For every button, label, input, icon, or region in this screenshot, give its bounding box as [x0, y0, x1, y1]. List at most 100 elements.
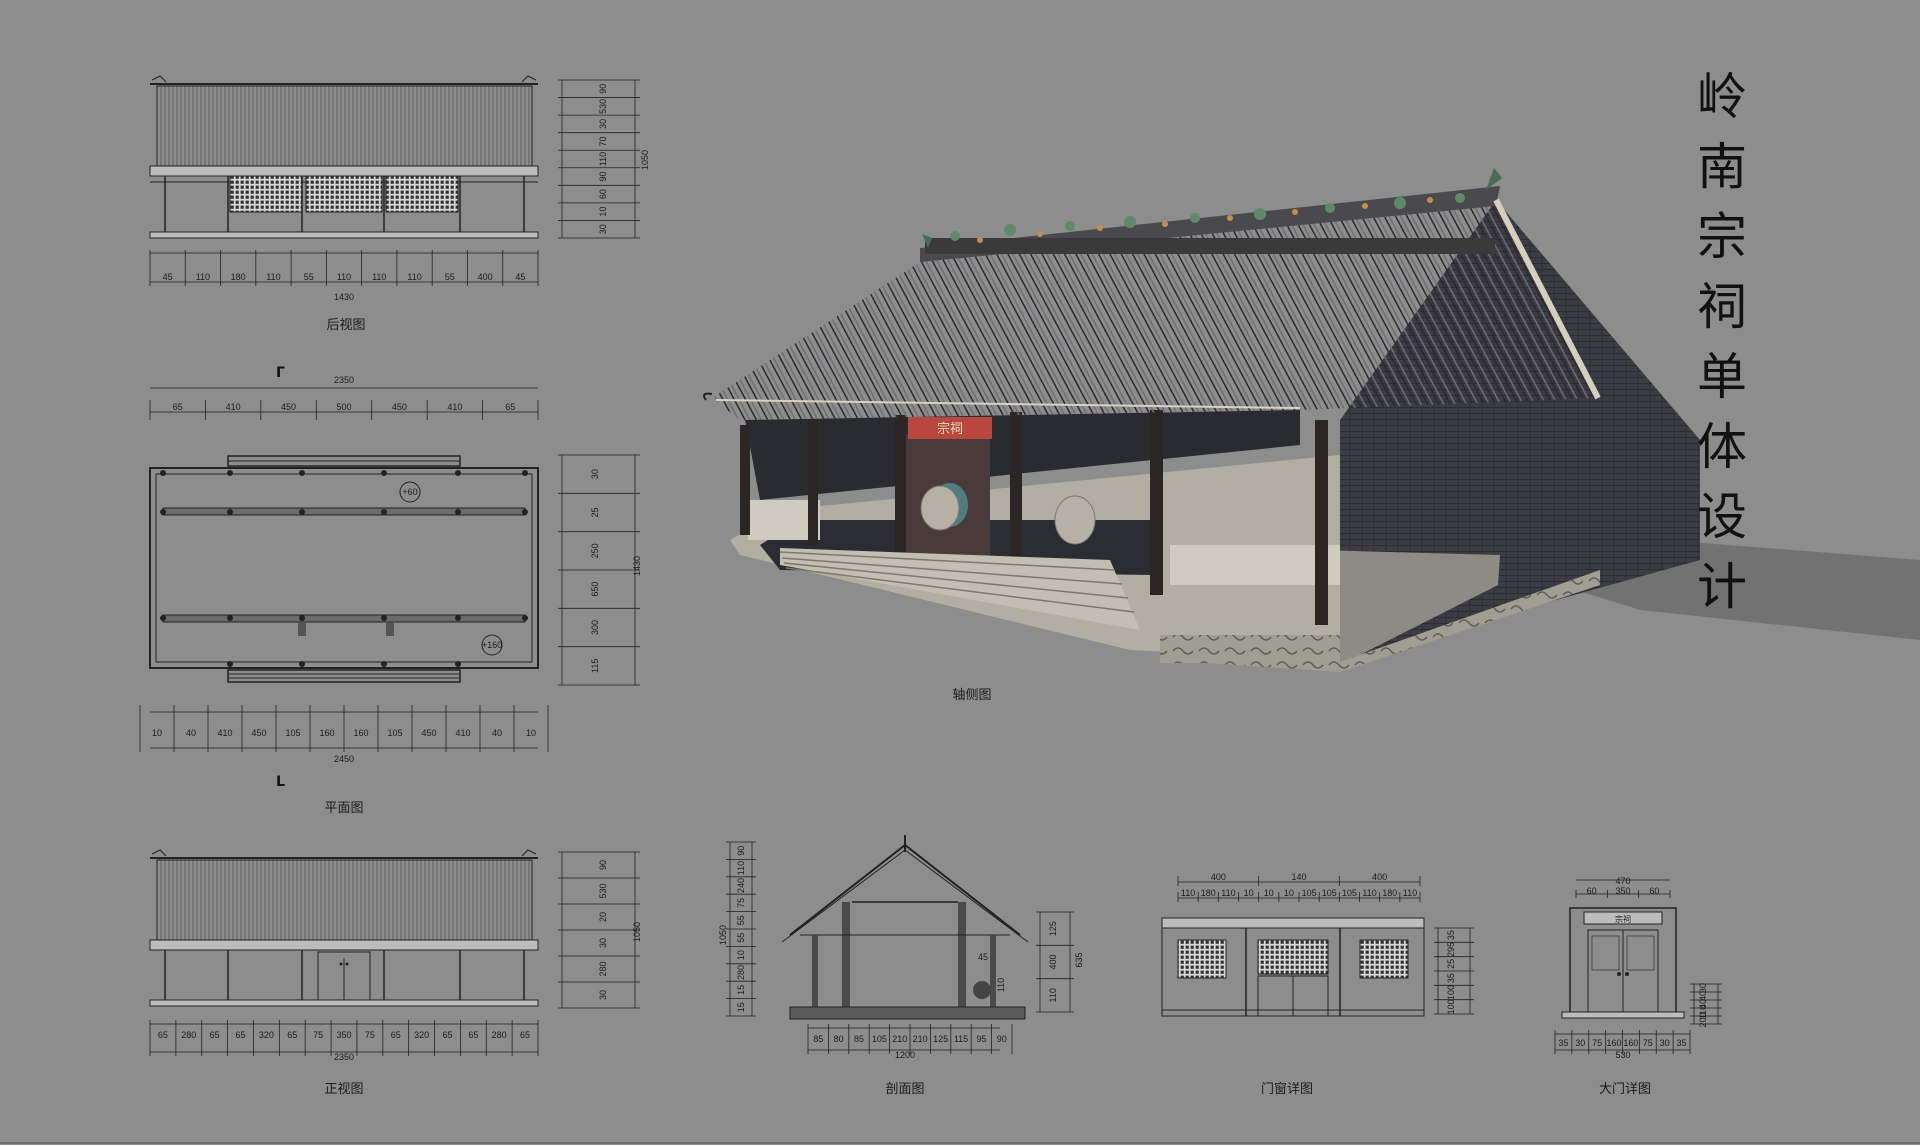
door-window-sub-dim: 180: [1201, 888, 1216, 898]
front-bottom-dim: 320: [259, 1030, 274, 1040]
door-window-sub-dim: 10: [1264, 888, 1274, 898]
section-inner-dim-2: 110: [996, 978, 1006, 992]
front-bottom-dim: 65: [287, 1030, 297, 1040]
title-char-6: 体: [1697, 418, 1747, 476]
rear-bottom-dim: 45: [515, 272, 525, 282]
section-left-dim: 15: [736, 985, 746, 995]
plan-bottom-dim: 105: [387, 728, 402, 738]
plan-view: 2350 65 410 450 500 450 410 65 +60 +160 10 40 41…: [139, 375, 642, 764]
section-bottom-dim: 105: [872, 1034, 887, 1044]
door-window-sub-dim: 180: [1382, 888, 1397, 898]
front-right-dim: 530: [598, 883, 608, 898]
front-bottom-dim: 280: [181, 1030, 196, 1040]
door-window-sub-dim: 110: [1403, 888, 1417, 898]
caption-gate-detail: 大门详图: [1598, 1082, 1652, 1097]
door-window-sub-dim: 10: [1244, 888, 1254, 898]
rear-right-dim: 90: [598, 84, 608, 94]
plan-bottom-dim: 40: [186, 728, 196, 738]
title-char-4: 祠: [1697, 278, 1747, 336]
section-left-dim: 90: [736, 846, 746, 856]
section-bottom-dim: 115: [954, 1034, 968, 1044]
plan-bottom-dim: 105: [285, 728, 300, 738]
rear-right-total: 1050: [640, 150, 650, 170]
door-window-right-dim: 35: [1446, 930, 1456, 940]
rear-right-dim: 70: [598, 136, 608, 146]
section-left-dim: 110: [736, 861, 746, 875]
elevation-mark-160: +160: [482, 640, 502, 650]
door-window-right-dim: 25: [1446, 959, 1456, 969]
door-window-sub-dim: 105: [1302, 888, 1317, 898]
section-bottom-dim: 80: [834, 1034, 844, 1044]
elevation-mark-60: +60: [402, 487, 417, 497]
section-right-total: 635: [1074, 952, 1084, 967]
rear-right-dim: 30: [598, 224, 608, 234]
plan-right-dim: 30: [590, 469, 600, 479]
plan-bottom-dim: 10: [152, 728, 162, 738]
section-mark-bottom: L: [276, 774, 285, 790]
rear-right-dim: 30: [598, 119, 608, 129]
section-bottom-dim: 90: [997, 1034, 1007, 1044]
door-window-right-dim: 295: [1446, 942, 1456, 957]
plan-top-total: 2350: [334, 375, 354, 385]
caption-front-view: 正视图: [324, 1082, 364, 1097]
section-left-total: 1050: [718, 925, 728, 945]
rear-right-dim: 530: [598, 99, 608, 114]
rear-right-dim: 110: [598, 152, 608, 166]
section-right-dim: 125: [1048, 921, 1058, 936]
front-bottom-dim: 65: [210, 1030, 220, 1040]
gate-plaque: 宗祠: [1615, 914, 1631, 924]
gate-top-total: 470: [1615, 876, 1630, 886]
front-right-dim: 30: [598, 938, 608, 948]
caption-door-window: 门窗详图: [1260, 1082, 1314, 1097]
plan-bottom-dim: 450: [421, 728, 436, 738]
gate-right-dim: 200: [1698, 1012, 1708, 1027]
title-char-3: 宗: [1697, 208, 1747, 266]
gate-bottom-dim: 160: [1623, 1038, 1638, 1048]
caption-axonometric: 轴侧图: [952, 688, 992, 703]
front-right-dim: 30: [598, 990, 608, 1000]
gate-top-dim: 60: [1587, 886, 1597, 896]
plan-bottom-total: 2450: [334, 754, 354, 764]
section-right-dim: 110: [1048, 988, 1058, 1002]
front-view: 65 280 65 65 320 65 75 350 75 65 320 65 65 280 65 2350…: [149, 849, 642, 1062]
door-window-top-dim: 400: [1211, 872, 1226, 882]
caption-rear-view: 后视图: [326, 318, 366, 333]
gate-top-dim: 60: [1649, 886, 1659, 896]
door-window-detail: 400 140 400 110 180 110 10 10 10 105 105 105 110 180…: [1161, 872, 1474, 1017]
plan-bottom-dim: 410: [455, 728, 470, 738]
section-left-dim: 280: [736, 965, 746, 980]
gate-bottom-dim: 75: [1643, 1038, 1653, 1048]
section-left-dim: 10: [736, 950, 746, 960]
door-window-right-dim: 35: [1446, 973, 1456, 983]
door-window-right-dim: 100: [1446, 999, 1456, 1014]
rear-bottom-dim: 110: [407, 272, 421, 282]
plan-top-dim: 65: [505, 402, 515, 412]
rear-total-dim: 1430: [334, 292, 354, 302]
axon-plaque: 宗祠: [937, 421, 963, 437]
front-bottom-dim: 75: [365, 1030, 375, 1040]
section-bottom-dim: 210: [892, 1034, 907, 1044]
section-bottom-dim: 95: [976, 1034, 986, 1044]
rear-bottom-dim: 55: [445, 272, 455, 282]
front-right-dim: 280: [598, 961, 608, 976]
rear-bottom-dim: 400: [478, 272, 493, 282]
caption-plan-view: 平面图: [324, 801, 364, 816]
title-char-1: 岭: [1697, 68, 1747, 126]
section-left-dim: 55: [736, 933, 746, 943]
plan-bottom-dim: 10: [526, 728, 536, 738]
rear-right-dim: 10: [598, 207, 608, 217]
plan-right-dim: 25: [590, 507, 600, 517]
rear-bottom-dim: 110: [266, 272, 280, 282]
plan-top-dim: 450: [281, 402, 296, 412]
front-bottom-dim: 65: [236, 1030, 246, 1040]
door-window-sub-dim: 10: [1284, 888, 1294, 898]
rear-bottom-dim: 45: [163, 272, 173, 282]
section-left-dim: 75: [736, 898, 746, 908]
door-window-top-dim: 140: [1291, 872, 1306, 882]
section-mark-top: Γ: [276, 365, 285, 381]
plan-right-dim: 250: [590, 543, 600, 558]
front-bottom-dim: 65: [468, 1030, 478, 1040]
section-bottom-dim: 85: [854, 1034, 864, 1044]
rear-right-dim: 90: [598, 172, 608, 182]
rear-bottom-dim: 110: [196, 272, 210, 282]
